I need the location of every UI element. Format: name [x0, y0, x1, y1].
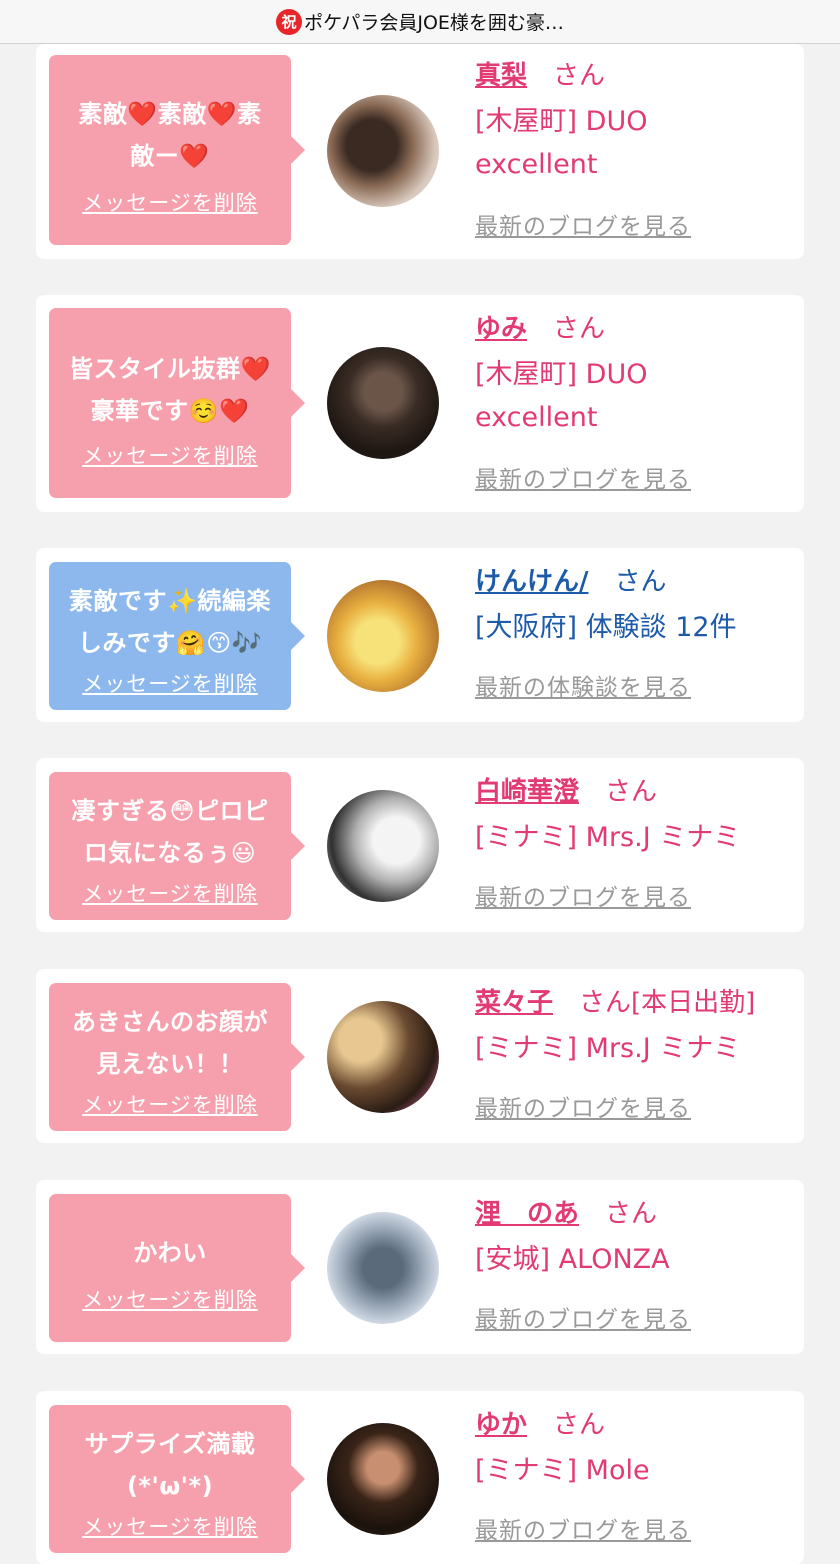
delete-message-link[interactable]: メッセージを削除 [49, 668, 291, 698]
shop-name[interactable]: [ミナミ] Mole [475, 1449, 795, 1492]
honorific: さん[本日出勤] [579, 988, 756, 1018]
delete-message-link[interactable]: メッセージを削除 [49, 878, 291, 908]
shop-name[interactable]: [ミナミ] Mrs.J ミナミ [475, 1027, 795, 1070]
delete-message-link[interactable]: メッセージを削除 [49, 1511, 291, 1541]
message-card: あきさんのお顔が 見えない！！ メッセージを削除 菜々子 さん[本日出勤] [ミナ… [36, 969, 804, 1143]
message-card: 皆スタイル抜群❤️ 豪華です☺️❤️ メッセージを削除 ゆみ さん [木屋町] D… [36, 295, 804, 512]
shop-name[interactable]: [安城] ALONZA [475, 1238, 795, 1281]
message-bubble: かわい メッセージを削除 [49, 1194, 305, 1342]
cast-info: けんけん/さん [大阪府] 体験談 12件 最新の体験談を見る [475, 562, 795, 701]
cast-avatar[interactable] [327, 580, 439, 692]
delete-message-link[interactable]: メッセージを削除 [49, 1089, 291, 1119]
cast-name-link[interactable]: 真梨 [475, 61, 527, 91]
message-text: サプライズ満載 (*'ω'*) [84, 1430, 256, 1500]
message-bubble: 素敵です✨続編楽 しみです🤗😙🎶 メッセージを削除 [49, 562, 305, 710]
message-card: 凄すぎる😳ピロピ ロ気になるぅ😃 メッセージを削除 白崎華澄 さん [ミナミ] M… [36, 758, 804, 932]
delete-message-link[interactable]: メッセージを削除 [49, 440, 291, 470]
honorific: さん [553, 61, 606, 91]
honorific: さん [605, 777, 658, 807]
cast-name-link[interactable]: ゆみ [475, 314, 527, 344]
cast-info: 浬 のあ さん [安城] ALONZA 最新のブログを見る [475, 1194, 795, 1333]
shop-name[interactable]: [木屋町] DUO excellent [475, 353, 795, 439]
message-bubble: 凄すぎる😳ピロピ ロ気になるぅ😃 メッセージを削除 [49, 772, 305, 920]
page-title[interactable]: ポケパラ会員JOE様を囲む豪… [304, 8, 564, 35]
cast-avatar[interactable] [327, 790, 439, 902]
message-text: 皆スタイル抜群❤️ 豪華です☺️❤️ [69, 355, 271, 425]
delete-message-link[interactable]: メッセージを削除 [49, 1284, 291, 1314]
honorific: さん [553, 1410, 606, 1440]
honorific: さん [614, 567, 667, 597]
message-text: 凄すぎる😳ピロピ ロ気になるぅ😃 [71, 797, 269, 867]
message-text: かわい [133, 1239, 207, 1267]
message-card: 素敵です✨続編楽 しみです🤗😙🎶 メッセージを削除 けんけん/さん [大阪府] … [36, 548, 804, 722]
latest-blog-link[interactable]: 最新のブログを見る [475, 207, 691, 241]
latest-blog-link[interactable]: 最新のブログを見る [475, 1089, 691, 1123]
latest-experience-link[interactable]: 最新の体験談を見る [475, 668, 691, 702]
celebration-badge-icon: 祝 [276, 8, 303, 35]
top-bar: 祝 ポケパラ会員JOE様を囲む豪… [0, 0, 840, 44]
cast-avatar[interactable] [327, 1001, 439, 1113]
message-text: 素敵❤️素敵❤️素 敵ー❤️ [78, 100, 262, 170]
cast-info: ゆみ さん [木屋町] DUO excellent 最新のブログを見る [475, 309, 795, 493]
message-card: サプライズ満載 (*'ω'*) メッセージを削除 ゆか さん [ミナミ] Mole… [36, 1391, 804, 1564]
latest-blog-link[interactable]: 最新のブログを見る [475, 460, 691, 494]
shop-name[interactable]: [大阪府] 体験談 12件 [475, 606, 795, 649]
cast-avatar[interactable] [327, 95, 439, 207]
honorific: さん [553, 314, 606, 344]
cast-name-link[interactable]: 白崎華澄 [475, 777, 579, 807]
honorific: さん [605, 1199, 658, 1229]
cast-name-link[interactable]: ゆか [475, 1410, 527, 1440]
message-card: かわい メッセージを削除 浬 のあ さん [安城] ALONZA 最新のブログを見… [36, 1180, 804, 1354]
shop-name[interactable]: [ミナミ] Mrs.J ミナミ [475, 816, 795, 859]
latest-blog-link[interactable]: 最新のブログを見る [475, 1300, 691, 1334]
cast-name-link[interactable]: 浬 のあ [475, 1199, 579, 1229]
latest-blog-link[interactable]: 最新のブログを見る [475, 878, 691, 912]
message-bubble: 素敵❤️素敵❤️素 敵ー❤️ メッセージを削除 [49, 55, 305, 245]
shop-name[interactable]: [木屋町] DUO excellent [475, 100, 795, 186]
cast-avatar[interactable] [327, 347, 439, 459]
message-bubble: 皆スタイル抜群❤️ 豪華です☺️❤️ メッセージを削除 [49, 308, 305, 498]
message-bubble: あきさんのお顔が 見えない！！ メッセージを削除 [49, 983, 305, 1131]
message-text: あきさんのお顔が 見えない！！ [72, 1008, 268, 1078]
message-bubble: サプライズ満載 (*'ω'*) メッセージを削除 [49, 1405, 305, 1553]
cast-name-link[interactable]: けんけん/ [475, 567, 589, 597]
cast-name-link[interactable]: 菜々子 [475, 988, 553, 1018]
cast-info: ゆか さん [ミナミ] Mole 最新のブログを見る [475, 1405, 795, 1544]
message-text: 素敵です✨続編楽 しみです🤗😙🎶 [69, 587, 271, 657]
message-card: 素敵❤️素敵❤️素 敵ー❤️ メッセージを削除 真梨 さん [木屋町] DUO e… [36, 44, 804, 259]
cast-info: 白崎華澄 さん [ミナミ] Mrs.J ミナミ 最新のブログを見る [475, 772, 795, 911]
cast-info: 真梨 さん [木屋町] DUO excellent 最新のブログを見る [475, 56, 795, 240]
cast-info: 菜々子 さん[本日出勤] [ミナミ] Mrs.J ミナミ 最新のブログを見る [475, 983, 795, 1122]
cast-avatar[interactable] [327, 1212, 439, 1324]
cast-avatar[interactable] [327, 1423, 439, 1535]
latest-blog-link[interactable]: 最新のブログを見る [475, 1511, 691, 1545]
delete-message-link[interactable]: メッセージを削除 [49, 187, 291, 217]
